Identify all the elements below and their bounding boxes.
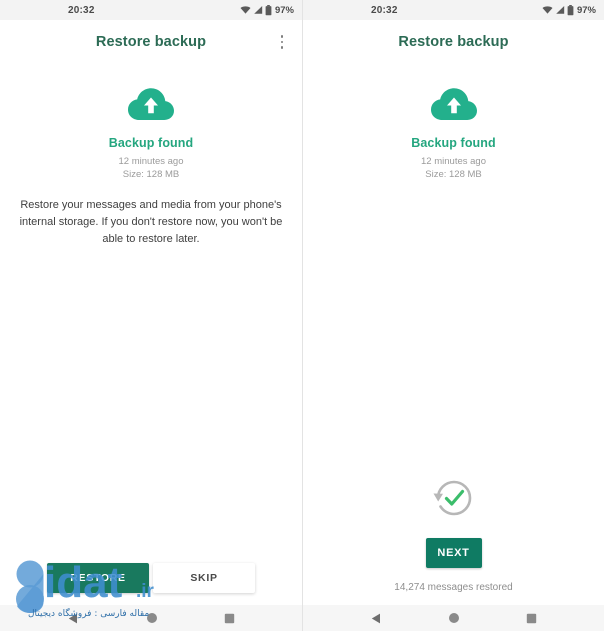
wifi-icon [240,5,251,15]
phone-panel-left: 20:32 97% Restore backup Backup found 12… [0,0,302,631]
status-bar-left: 20:32 97% [0,0,302,20]
backup-size-right: Size: 128 MB [425,169,482,180]
recents-square-icon[interactable] [526,613,537,624]
cellular-signal-icon [253,5,263,15]
screenshot-root: 20:32 97% Restore backup Backup found 12… [0,0,604,631]
backup-time-ago-left: 12 minutes ago [118,156,184,167]
back-triangle-icon[interactable] [67,612,80,625]
status-bar-icons: 97% [240,4,294,16]
status-bar-right: 20:32 97% [303,0,604,20]
content-right: Backup found 12 minutes ago Size: 128 MB… [303,64,604,605]
battery-percent-label: 97% [274,4,294,16]
app-bar-left: Restore backup [0,20,302,64]
cellular-signal-icon [555,5,565,15]
restore-complete-section: NEXT 14,274 messages restored [303,472,604,605]
restore-description: Restore your messages and media from you… [19,199,283,245]
status-bar-time: 20:32 [68,4,95,16]
backup-time-ago-right: 12 minutes ago [421,156,486,167]
restore-button[interactable]: RESTORE [47,563,149,593]
home-circle-icon[interactable] [448,612,460,624]
overflow-dot [280,35,284,38]
status-bar-icons: 97% [542,4,596,16]
backup-found-heading-right: Backup found [411,136,496,150]
skip-button[interactable]: SKIP [153,563,255,593]
messages-restored-count: 14,274 messages restored [394,582,513,593]
recents-square-icon[interactable] [224,613,235,624]
phone-panel-right: 20:32 97% Restore backup Backup found 12… [302,0,604,631]
cloud-upload-icon [127,86,175,124]
overflow-menu-icon[interactable] [272,31,292,53]
home-circle-icon[interactable] [146,612,158,624]
back-triangle-icon[interactable] [370,612,383,625]
overflow-dot [280,46,284,49]
overflow-dot [280,40,284,44]
battery-icon [567,4,574,16]
battery-icon [265,4,272,16]
page-title-right: Restore backup [398,34,509,50]
content-left: Backup found 12 minutes ago Size: 128 MB… [0,64,302,605]
page-title-left: Restore backup [95,34,207,50]
android-nav-bar-right [303,605,604,631]
cloud-upload-icon [430,86,478,124]
wifi-icon [542,5,553,15]
action-row: RESTORE SKIP [47,561,255,605]
android-nav-bar-left [0,605,302,631]
battery-percent-label: 97% [576,4,596,16]
backup-size-left: Size: 128 MB [122,169,180,180]
next-button[interactable]: NEXT [425,538,482,568]
restore-check-icon [428,472,480,524]
status-bar-time: 20:32 [371,4,398,16]
backup-found-heading-left: Backup found [108,136,194,150]
app-bar-right: Restore backup [303,20,604,64]
